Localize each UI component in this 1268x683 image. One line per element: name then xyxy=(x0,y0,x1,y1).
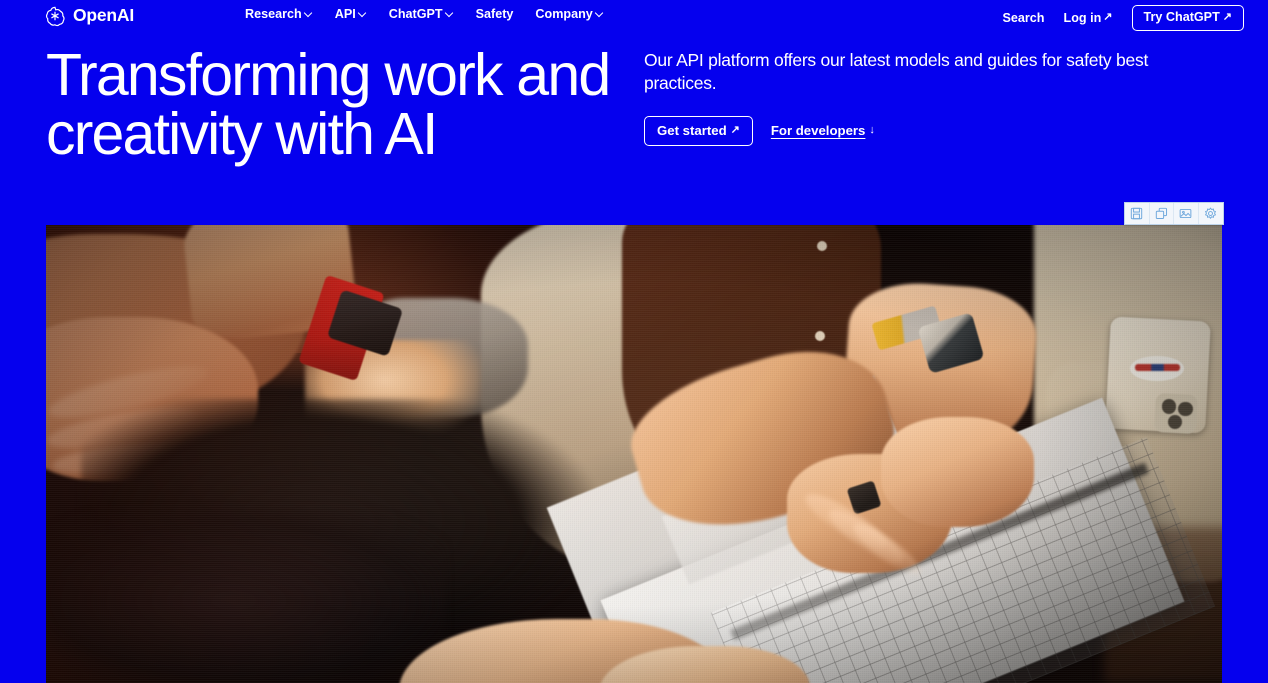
photo-black-clothing xyxy=(46,508,446,683)
arrow-up-right-icon: ↗ xyxy=(1222,10,1232,23)
hero-action-row: Get started ↗ For developers ↓ xyxy=(644,115,1219,146)
copy-image-button[interactable] xyxy=(1150,203,1174,224)
chevron-down-icon xyxy=(596,9,604,17)
login-link[interactable]: Log in ↗ xyxy=(1063,10,1113,25)
nav-item-label: Safety xyxy=(475,7,514,21)
photo-phone-lens xyxy=(1162,399,1177,414)
search-label: Search xyxy=(1002,10,1045,25)
for-developers-link[interactable]: For developers ↓ xyxy=(771,124,875,137)
nav-item-label: Research xyxy=(245,7,302,21)
photo-right-hand xyxy=(880,417,1034,528)
page-title: Transforming work and creativity with AI xyxy=(46,46,646,164)
nav-item-label: ChatGPT xyxy=(388,7,443,21)
view-image-button[interactable] xyxy=(1174,203,1199,224)
openai-logo-icon xyxy=(44,5,66,27)
gear-icon xyxy=(1204,207,1217,220)
image-hover-toolbar xyxy=(1124,202,1224,225)
hero-subtitle: Our API platform offers our latest model… xyxy=(644,50,1149,94)
hero-section: Transforming work and creativity with AI… xyxy=(0,40,1268,200)
nav-item-label: API xyxy=(334,7,356,21)
nav-item-research[interactable]: Research xyxy=(245,8,313,21)
try-chatgpt-label: Try ChatGPT xyxy=(1143,10,1220,24)
get-started-label: Get started xyxy=(657,122,727,138)
top-navigation-bar: OpenAI Research API ChatGPT Safety Compa… xyxy=(0,0,1268,34)
nav-item-api[interactable]: API xyxy=(335,8,367,21)
openai-homepage: OpenAI Research API ChatGPT Safety Compa… xyxy=(0,0,1268,683)
save-image-button[interactable] xyxy=(1125,203,1150,224)
arrow-down-icon: ↓ xyxy=(869,124,875,137)
arrow-up-right-icon: ↗ xyxy=(730,123,740,136)
arrow-up-right-icon: ↗ xyxy=(1103,11,1113,24)
try-chatgpt-button[interactable]: Try ChatGPT ↗ xyxy=(1131,5,1244,31)
get-started-button[interactable]: Get started ↗ xyxy=(644,115,753,146)
brand-logo-link[interactable]: OpenAI xyxy=(44,5,134,27)
brand-name-text: OpenAI xyxy=(73,5,135,26)
nav-item-company[interactable]: Company xyxy=(535,8,603,21)
chevron-down-icon xyxy=(446,9,454,17)
chevron-down-icon xyxy=(305,9,313,17)
page-title-line-2: creativity with AI xyxy=(46,101,438,167)
save-image-icon xyxy=(1130,207,1143,220)
primary-nav-links: Research API ChatGPT Safety Company xyxy=(245,8,604,21)
image-settings-button[interactable] xyxy=(1199,203,1223,224)
nav-item-safety[interactable]: Safety xyxy=(476,8,514,21)
hero-copy-column: Our API platform offers our latest model… xyxy=(644,49,1219,146)
hero-image-canvas xyxy=(46,225,1222,683)
nav-item-label: Company xyxy=(535,7,593,21)
photo-phone-sticker-art xyxy=(1134,363,1180,371)
page-title-line-1: Transforming work and xyxy=(46,42,611,108)
view-image-icon xyxy=(1179,207,1192,220)
login-label: Log in xyxy=(1063,10,1102,25)
copy-image-icon xyxy=(1155,207,1168,220)
secondary-nav-actions: Search Log in ↗ Try ChatGPT ↗ xyxy=(1002,5,1244,31)
photo-phone-lens xyxy=(1178,401,1193,416)
nav-item-chatgpt[interactable]: ChatGPT xyxy=(389,8,454,21)
hero-image[interactable] xyxy=(46,225,1222,683)
chevron-down-icon xyxy=(359,9,367,17)
for-developers-label: For developers xyxy=(770,123,866,139)
search-link[interactable]: Search xyxy=(1002,10,1045,25)
